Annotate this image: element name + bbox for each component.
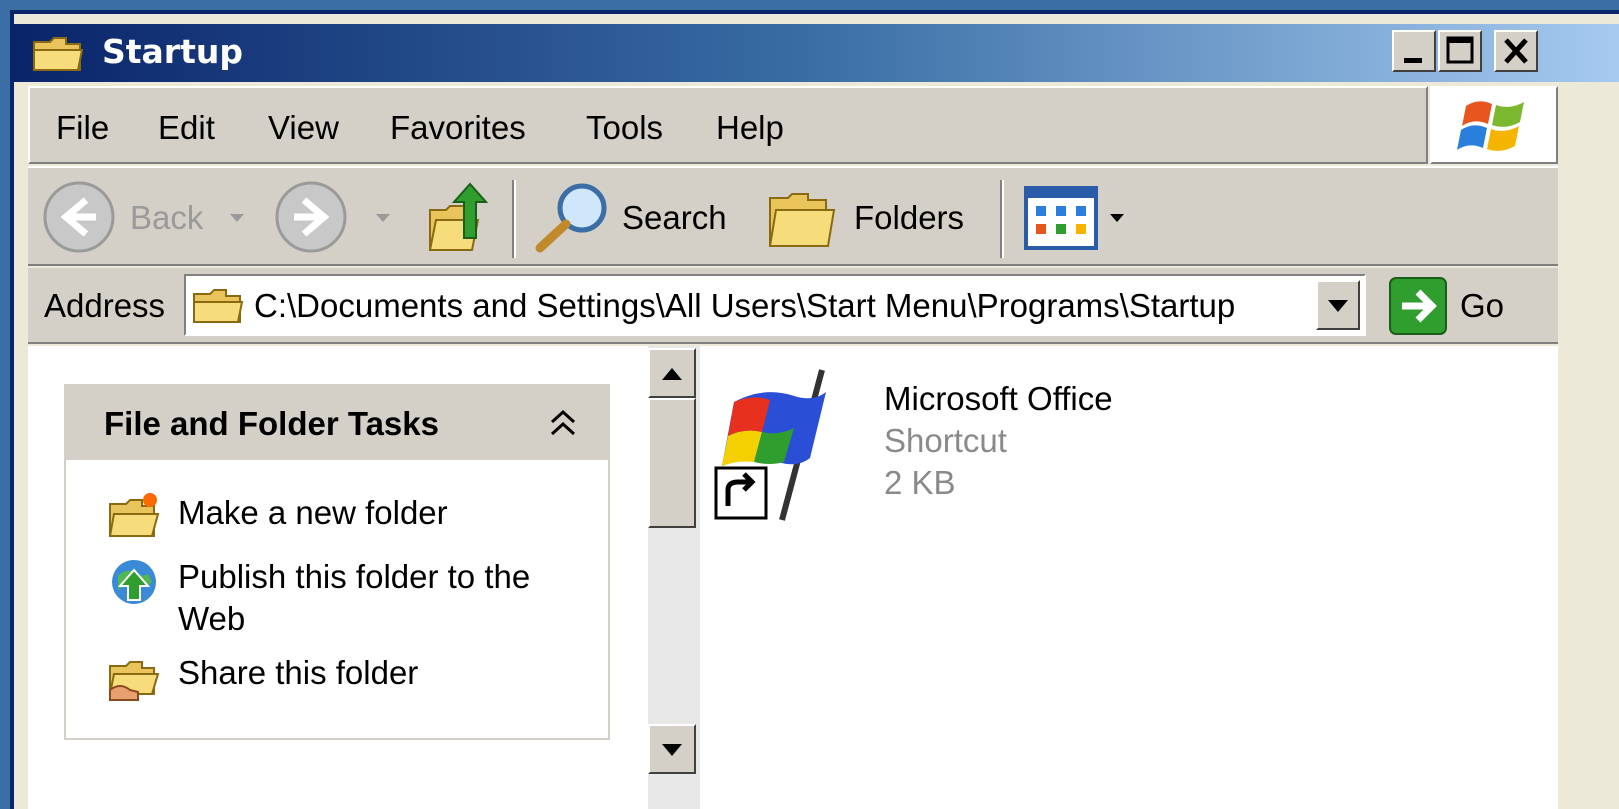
- maximize-icon: [1446, 36, 1474, 64]
- menu-favorites[interactable]: Favorites: [390, 108, 526, 148]
- share-folder-icon: [108, 661, 160, 701]
- back-dropdown-icon[interactable]: [228, 212, 246, 224]
- forward-arrow-icon[interactable]: [274, 180, 348, 254]
- make-new-folder-link[interactable]: Make a new folder: [178, 492, 598, 534]
- file-size: 2 KB: [884, 464, 956, 501]
- windows-flag-icon: [1457, 101, 1524, 151]
- title-bar[interactable]: Startup: [14, 24, 1619, 82]
- office-shortcut-icon[interactable]: [714, 366, 850, 522]
- file-type: Shortcut: [884, 422, 1007, 459]
- maximize-button[interactable]: [1438, 30, 1482, 72]
- file-folder-tasks-panel: File and Folder Tasks Make a new folder …: [64, 384, 610, 740]
- task-panel-title: File and Folder Tasks: [104, 405, 439, 442]
- menu-edit[interactable]: Edit: [158, 108, 215, 148]
- scroll-down-button[interactable]: [648, 724, 696, 774]
- back-arrow-icon[interactable]: [42, 180, 116, 254]
- window-title: Startup: [102, 32, 243, 71]
- search-icon[interactable]: [532, 180, 612, 254]
- chevron-down-icon: [1328, 300, 1348, 312]
- up-folder-icon[interactable]: [426, 180, 490, 254]
- windows-logo: [1430, 86, 1558, 164]
- arrow-down-icon: [662, 744, 682, 756]
- views-dropdown-icon[interactable]: [1108, 212, 1126, 224]
- close-button[interactable]: [1494, 30, 1538, 72]
- folders-icon[interactable]: [768, 184, 838, 254]
- close-icon: [1504, 38, 1528, 64]
- back-button-label[interactable]: Back: [130, 198, 203, 238]
- address-bar: Address C:\Documents and Settings\All Us…: [28, 268, 1558, 344]
- publish-to-web-link[interactable]: Publish this folder to the Web: [178, 556, 598, 640]
- menu-help[interactable]: Help: [716, 108, 784, 148]
- minimize-icon: [1404, 58, 1422, 63]
- menu-file[interactable]: File: [56, 108, 109, 148]
- vertical-scrollbar[interactable]: [648, 346, 700, 809]
- menu-tools[interactable]: Tools: [586, 108, 663, 148]
- toolbar-separator: [1000, 180, 1004, 258]
- go-button-label[interactable]: Go: [1460, 286, 1504, 326]
- menu-view[interactable]: View: [268, 108, 339, 148]
- content-area: File and Folder Tasks Make a new folder …: [28, 346, 1558, 809]
- address-label: Address: [44, 287, 166, 324]
- standard-toolbar: Back Search Folders: [28, 166, 1558, 266]
- go-arrow-icon[interactable]: [1388, 276, 1448, 336]
- task-panel-header[interactable]: File and Folder Tasks: [66, 386, 608, 460]
- collapse-chevron-icon[interactable]: [548, 408, 578, 438]
- folder-icon: [33, 37, 84, 71]
- new-folder-icon: [108, 493, 160, 537]
- share-folder-link[interactable]: Share this folder: [178, 652, 598, 694]
- forward-dropdown-icon[interactable]: [374, 212, 392, 224]
- folders-button-label[interactable]: Folders: [854, 198, 964, 238]
- publish-web-icon: [112, 560, 156, 604]
- folder-icon: [193, 289, 244, 323]
- minimize-button[interactable]: [1392, 30, 1436, 72]
- search-button-label[interactable]: Search: [622, 198, 727, 238]
- menu-bar: File Edit View Favorites Tools Help: [28, 86, 1428, 164]
- scroll-up-button[interactable]: [648, 348, 696, 398]
- scroll-thumb[interactable]: [648, 398, 696, 528]
- address-input[interactable]: C:\Documents and Settings\All Users\Star…: [184, 274, 1366, 336]
- address-value: C:\Documents and Settings\All Users\Star…: [254, 287, 1236, 324]
- toolbar-separator: [512, 180, 516, 258]
- arrow-up-icon: [662, 368, 682, 380]
- file-name[interactable]: Microsoft Office: [884, 378, 1113, 420]
- views-icon[interactable]: [1024, 186, 1102, 250]
- address-dropdown-button[interactable]: [1316, 280, 1360, 330]
